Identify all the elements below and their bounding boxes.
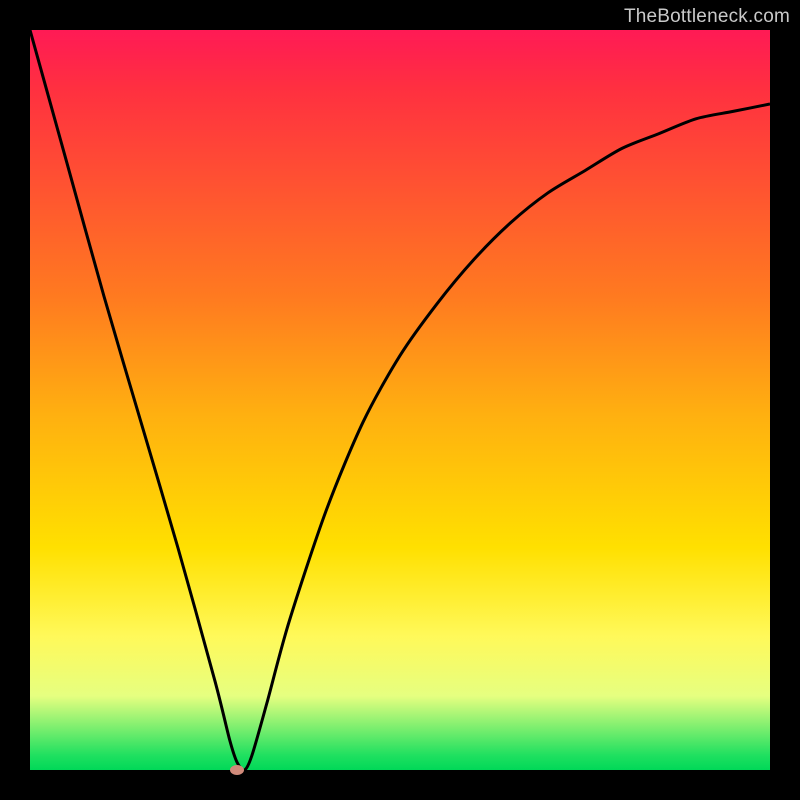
watermark-text: TheBottleneck.com xyxy=(624,6,790,28)
chart-frame: TheBottleneck.com xyxy=(0,0,800,800)
curve-svg xyxy=(30,30,770,770)
minimum-marker xyxy=(230,765,244,775)
plot-area xyxy=(30,30,770,770)
bottleneck-curve xyxy=(30,30,770,770)
